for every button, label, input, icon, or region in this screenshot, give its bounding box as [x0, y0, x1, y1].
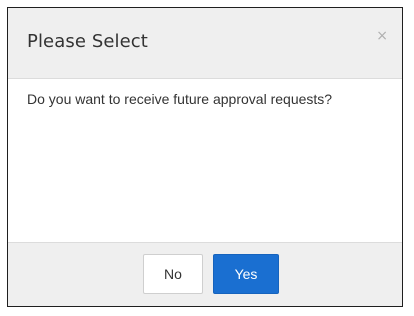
- dialog-header: Please Select ×: [8, 8, 402, 79]
- dialog-footer: No Yes: [8, 242, 402, 306]
- dialog-title: Please Select: [27, 31, 148, 52]
- select-dialog: Please Select × Do you want to receive f…: [7, 7, 403, 307]
- dialog-message: Do you want to receive future approval r…: [27, 91, 333, 107]
- close-icon[interactable]: ×: [376, 29, 388, 43]
- no-button[interactable]: No: [143, 254, 203, 294]
- yes-button[interactable]: Yes: [213, 254, 279, 294]
